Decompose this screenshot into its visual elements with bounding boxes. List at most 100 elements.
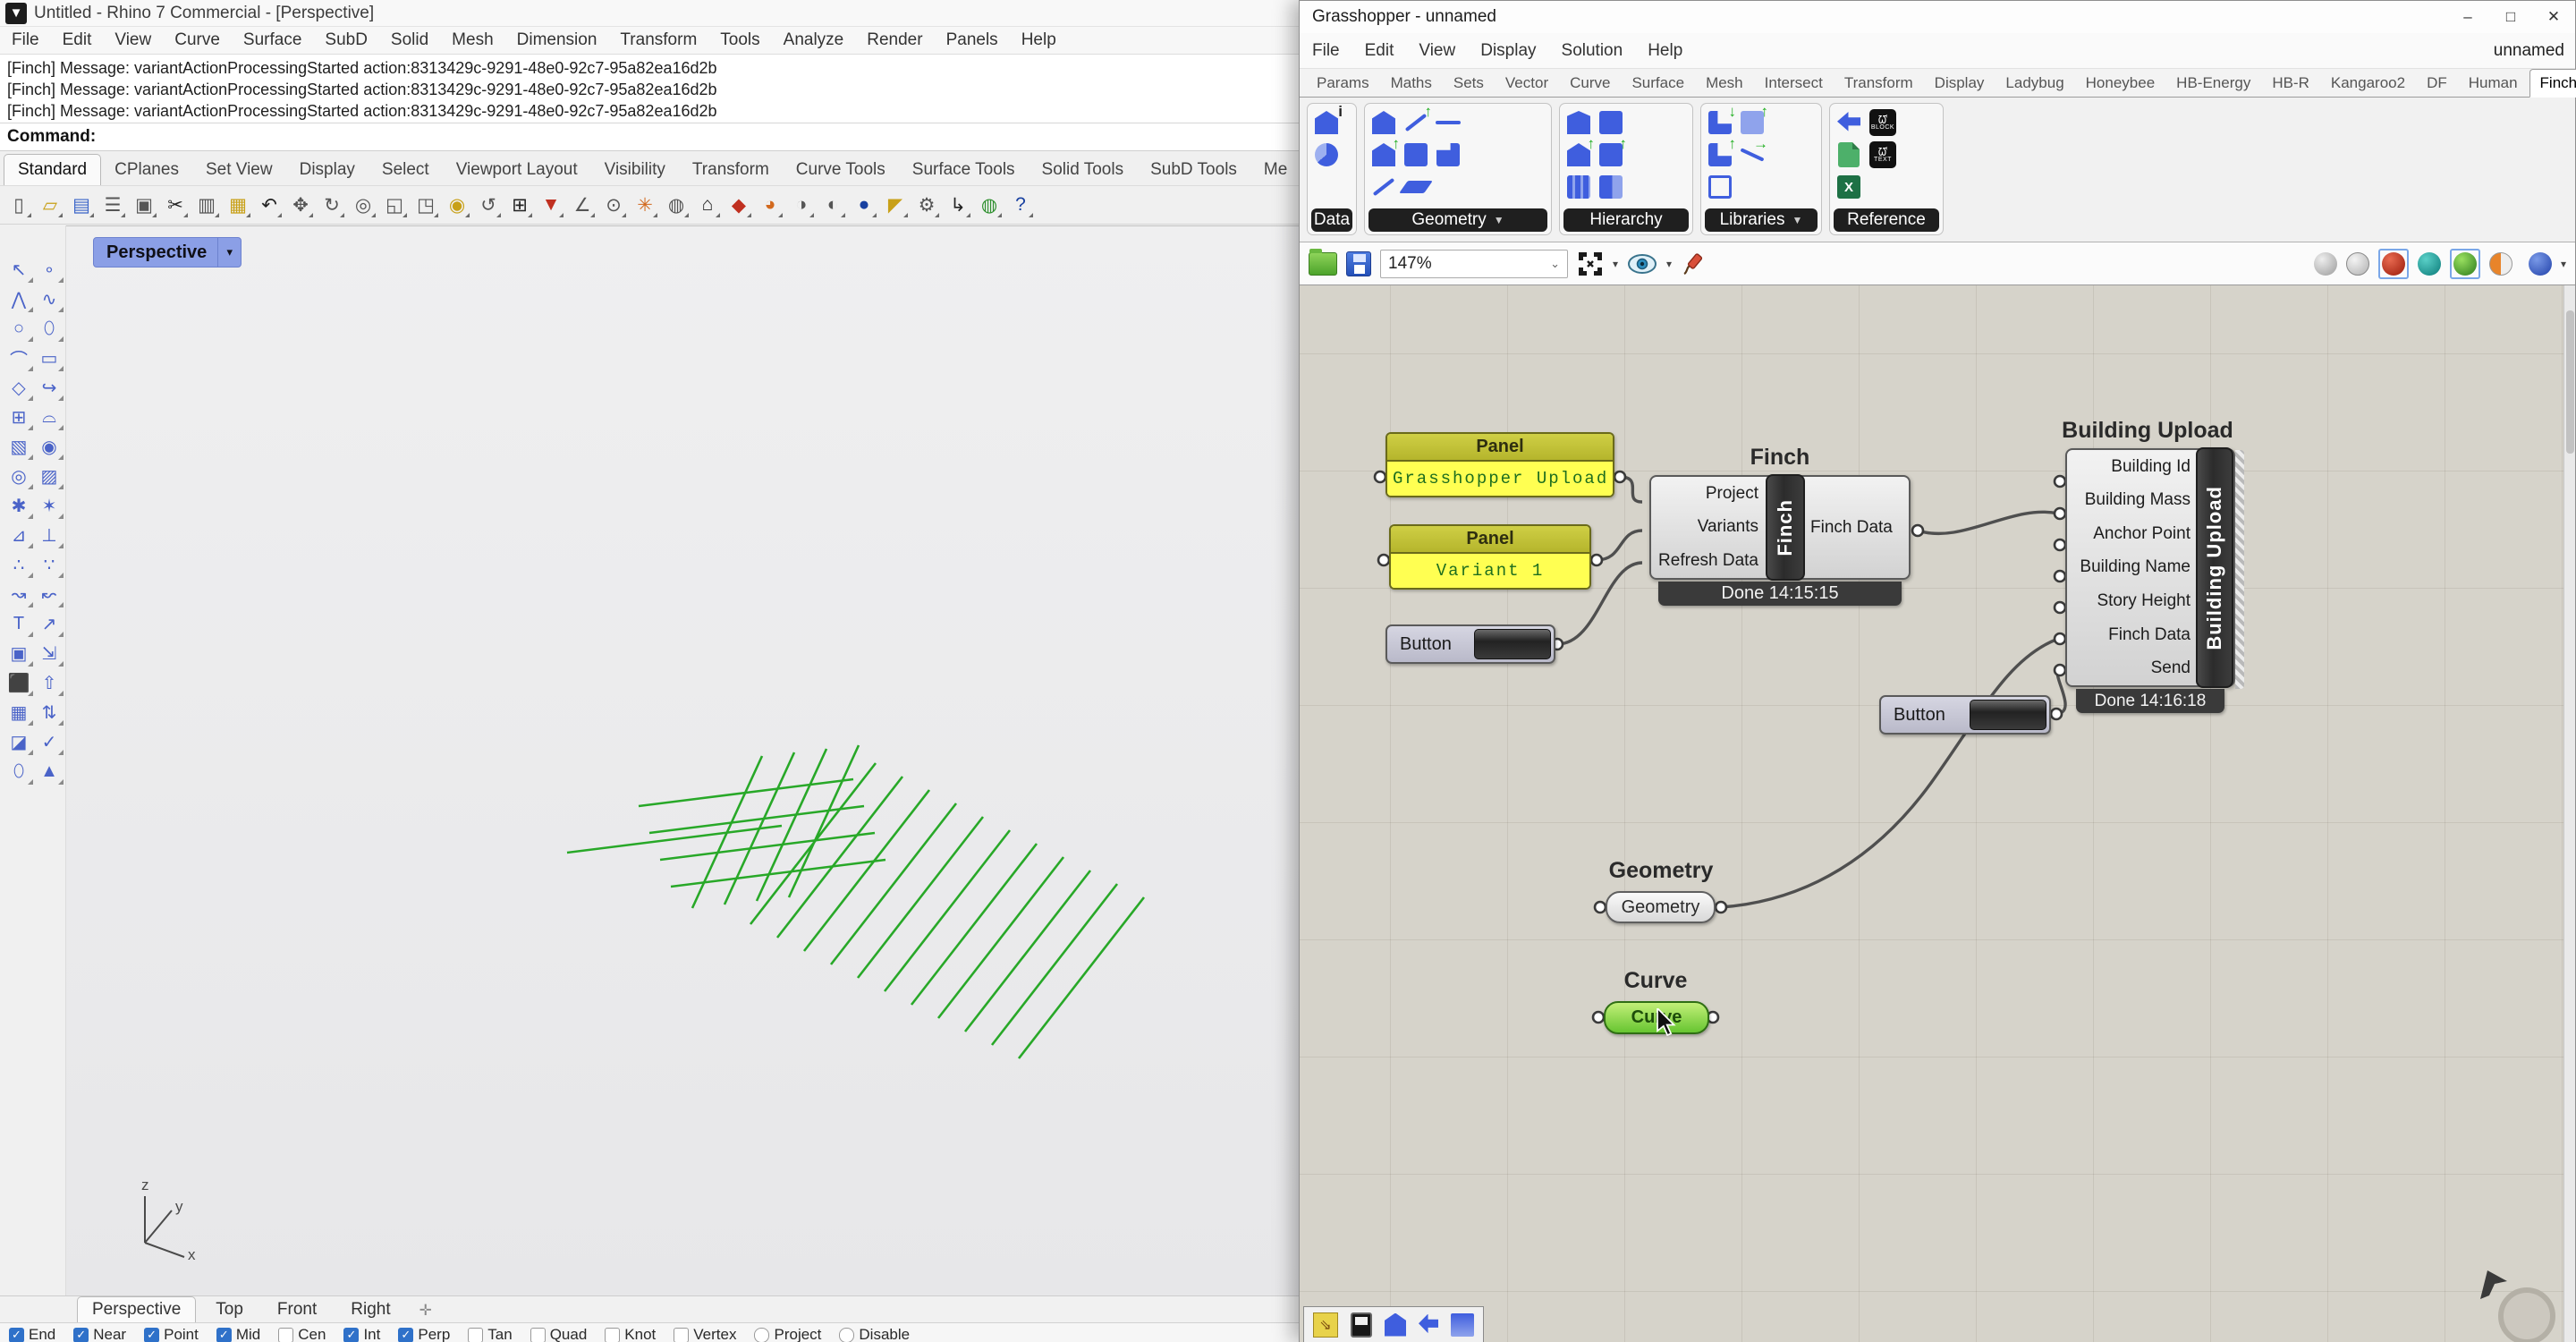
ribbon-group-libraries-label[interactable]: Libraries▼ (1705, 208, 1818, 232)
finch-input-project[interactable]: Project (1706, 484, 1758, 504)
view-tab-top[interactable]: Top (201, 1297, 258, 1322)
button-component-1[interactable]: Button (1385, 624, 1555, 664)
maximize-button[interactable]: □ (2489, 4, 2532, 30)
gear-icon[interactable]: ⚙ (913, 191, 940, 218)
gh-tab-df[interactable]: DF (2417, 70, 2457, 97)
contrast-toggle-icon[interactable] (1351, 1312, 1372, 1338)
finch-output-finch-data[interactable]: Finch Data (1810, 518, 1893, 538)
zoom-selected-icon[interactable]: ◉ (444, 191, 470, 218)
circle-icon[interactable]: ○ (4, 315, 33, 343)
checkbox-unchecked-icon[interactable] (839, 1328, 854, 1342)
toolbar-tab-subd-tools[interactable]: SubD Tools (1137, 155, 1250, 185)
split-icon[interactable]: ⊥ (35, 522, 64, 549)
panel-value[interactable]: Grasshopper Upload (1387, 462, 1613, 496)
osnap-tan[interactable]: Tan (468, 1326, 512, 1342)
preview-wireframe-icon[interactable] (2314, 252, 2337, 276)
ribbon-group-geometry-label[interactable]: Geometry▼ (1368, 208, 1547, 232)
rhino-menu-panels[interactable]: Panels (935, 28, 1010, 53)
open-file-icon[interactable]: ▱ (37, 191, 64, 218)
hierarchy-square-icon[interactable] (1597, 109, 1624, 136)
toolbar-tab-surface-tools[interactable]: Surface Tools (899, 155, 1029, 185)
toolbar-tab-set-view[interactable]: Set View (192, 155, 286, 185)
libraries-layout-icon[interactable] (1707, 174, 1733, 200)
rhino-menu-transform[interactable]: Transform (608, 28, 708, 53)
zoom-extents-icon[interactable] (1577, 251, 1604, 277)
ring-surface-icon[interactable]: ◎ (4, 463, 33, 490)
gh-tab-curve[interactable]: Curve (1560, 70, 1620, 97)
toolbar-tab-select[interactable]: Select (369, 155, 443, 185)
gh-tab-mesh[interactable]: Mesh (1696, 70, 1753, 97)
paste-icon[interactable]: ▦ (225, 191, 251, 218)
libraries-path-arrow-icon[interactable]: → (1739, 141, 1766, 168)
gh-tab-kangaroo2[interactable]: Kangaroo2 (2321, 70, 2415, 97)
boolean-icon[interactable]: ✱ (4, 492, 33, 520)
patch-surface-icon[interactable]: ▨ (35, 463, 64, 490)
cut-icon[interactable]: ✂ (162, 191, 189, 218)
checkbox-checked-icon[interactable] (343, 1328, 359, 1342)
osnap-knot[interactable]: Knot (605, 1326, 656, 1342)
preview-half-icon[interactable] (2489, 252, 2512, 276)
center-snap-icon[interactable]: ⊙ (600, 191, 627, 218)
ungroup-icon[interactable]: ∵ (35, 551, 64, 579)
group-icon[interactable]: ∴ (4, 551, 33, 579)
check-icon[interactable]: ✓ (35, 728, 64, 756)
rectangle-icon[interactable]: ▭ (35, 344, 64, 372)
toolbar-tab-mesh-tools[interactable]: Me (1250, 155, 1301, 185)
earth-icon[interactable]: ◍ (976, 191, 1003, 218)
reference-block-icon[interactable]: ᘺBLOCK (1869, 109, 1896, 136)
box-icon[interactable]: ▧ (4, 433, 33, 461)
geometry-dimension-icon[interactable] (1435, 109, 1462, 136)
geometry-house-up-icon[interactable]: ↑ (1370, 141, 1397, 168)
gh-tab-sets[interactable]: Sets (1444, 70, 1494, 97)
osnap-quad[interactable]: Quad (530, 1326, 588, 1342)
gh-tab-intersect[interactable]: Intersect (1755, 70, 1833, 97)
flag-icon[interactable]: ◤ (882, 191, 909, 218)
checkbox-unchecked-icon[interactable] (530, 1328, 546, 1342)
bu-input-building-id[interactable]: Building Id (2111, 457, 2190, 477)
pan-icon[interactable]: ✥ (287, 191, 314, 218)
array-grid-icon[interactable]: ▦ (4, 699, 33, 726)
named-view-icon[interactable]: ▼ (538, 191, 564, 218)
rhino-menu-view[interactable]: View (103, 28, 163, 53)
extrude-icon[interactable]: ⇧ (35, 669, 64, 697)
gh-menu-view[interactable]: View (1406, 36, 1468, 66)
preview-selected-only-selected[interactable] (2450, 249, 2480, 279)
grasshopper-canvas[interactable]: Panel Grasshopper Upload Panel Variant 1… (1300, 285, 2575, 1342)
polygon-icon[interactable]: ◇ (4, 374, 33, 402)
canvas-scrollbar-thumb[interactable] (2566, 310, 2574, 454)
blocks-icon[interactable]: ▣ (4, 640, 33, 667)
libraries-chair-up-icon[interactable]: ↑ (1707, 141, 1733, 168)
geometry-plane-icon[interactable] (1402, 174, 1429, 200)
recent-finch-arrow-icon[interactable] (1419, 1314, 1438, 1336)
curved-surface-icon[interactable]: ⌓ (35, 403, 64, 431)
geometry-furniture-icon[interactable] (1402, 141, 1429, 168)
osnap-disable[interactable]: Disable (839, 1326, 910, 1342)
toolbar-tab-visibility[interactable]: Visibility (591, 155, 679, 185)
arc-icon[interactable]: ⌒ (4, 344, 33, 372)
gh-tab-ladybug[interactable]: Ladybug (1996, 70, 2073, 97)
save-document-icon[interactable] (1346, 251, 1371, 276)
rhino-menu-solid[interactable]: Solid (379, 28, 440, 53)
rhino-menu-tools[interactable]: Tools (708, 28, 771, 53)
geometry-component[interactable]: Geometry (1606, 891, 1716, 923)
insert-block-icon[interactable]: ⇲ (35, 640, 64, 667)
sketch-tool-icon[interactable]: ⇘ (1313, 1312, 1338, 1338)
blend-arc-icon[interactable]: ↜ (35, 581, 64, 608)
view-tab-pan-icon[interactable]: ✛ (411, 1299, 441, 1322)
geometry-house-icon[interactable] (1370, 109, 1397, 136)
bu-input-building-name[interactable]: Building Name (2080, 557, 2190, 577)
polyline-icon[interactable]: ⋀ (4, 285, 33, 313)
gh-tab-hb-r[interactable]: HB-R (2262, 70, 2319, 97)
solid-icon[interactable]: ⬛ (4, 669, 33, 697)
undo-view-icon[interactable]: ↺ (475, 191, 502, 218)
toolbar-tab-cplanes[interactable]: CPlanes (101, 155, 192, 185)
gh-tab-honeybee[interactable]: Honeybee (2076, 70, 2165, 97)
finch-input-refresh-data[interactable]: Refresh Data (1658, 551, 1758, 571)
toolbar-tab-solid-tools[interactable]: Solid Tools (1029, 155, 1138, 185)
text-icon[interactable]: T (4, 610, 33, 638)
toolbar-tab-display[interactable]: Display (286, 155, 369, 185)
osnap-perp[interactable]: Perp (398, 1326, 450, 1342)
checkbox-checked-icon[interactable] (216, 1328, 232, 1342)
button-component-2[interactable]: Button (1879, 695, 2051, 735)
canvas-scrollbar[interactable] (2563, 285, 2575, 1342)
